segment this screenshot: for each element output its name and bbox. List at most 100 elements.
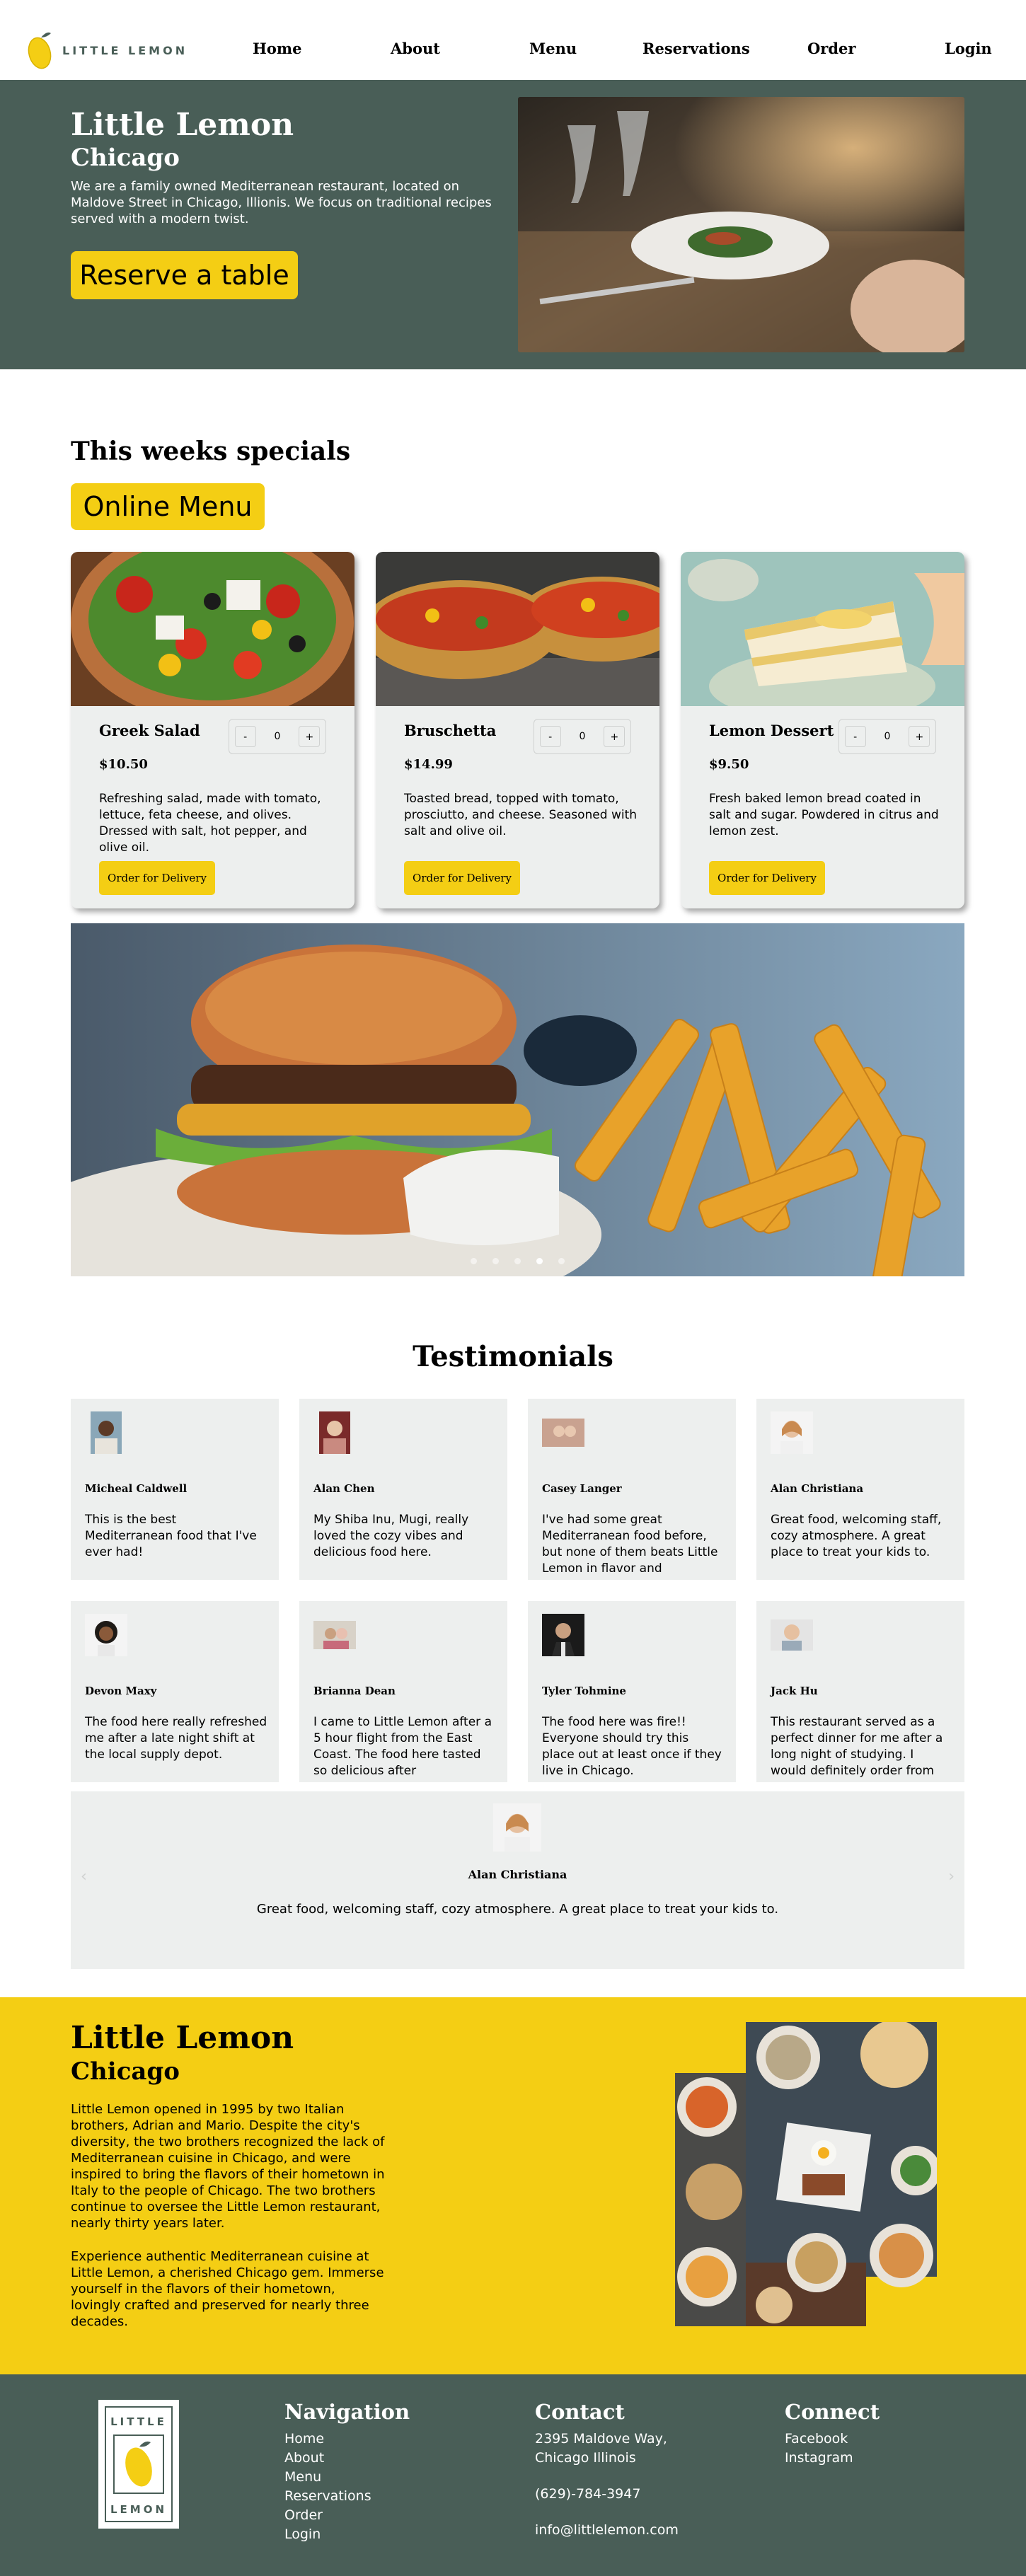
special-card-lemon-dessert: Lemon Dessert - 0 + $9.50 Fresh baked le… (681, 552, 964, 908)
footer-link-reservations[interactable]: Reservations (284, 2487, 410, 2506)
hero-subtitle: Chicago (71, 144, 180, 172)
avatar (85, 1614, 127, 1656)
specials-title: This weeks specials (71, 437, 351, 466)
increment-button[interactable]: + (299, 726, 321, 747)
nav-order-link[interactable]: Order (807, 40, 855, 57)
testimonial-text: My Shiba Inu, Mugi, really loved the coz… (313, 1513, 469, 1559)
featured-testimonial: ‹ Alan Christiana Great food, welcoming … (71, 1791, 964, 1969)
carousel-dot[interactable] (558, 1258, 565, 1264)
footer-logo[interactable]: LITTLE LEMON (98, 2400, 179, 2529)
testimonial-text: Great food, welcoming staff, cozy atmosp… (771, 1513, 942, 1559)
footer-link-menu[interactable]: Menu (284, 2468, 410, 2487)
food-collage-image (675, 2022, 937, 2326)
testimonial-name: Tyler Tohmine (542, 1685, 626, 1697)
testimonial-card: Micheal Caldwell This is the best Medite… (71, 1399, 279, 1580)
testimonial-card: Tyler Tohmine The food here was fire!! E… (528, 1601, 736, 1782)
order-delivery-button[interactable]: Order for Delivery (404, 861, 520, 895)
special-price: $14.99 (404, 757, 453, 772)
decrement-button[interactable]: - (844, 726, 866, 747)
special-price: $10.50 (99, 757, 148, 772)
special-description: Toasted bread, topped with tomato, prosc… (404, 792, 638, 838)
carousel-dot-active[interactable] (536, 1258, 543, 1264)
testimonial-card: Brianna Dean I came to Little Lemon afte… (299, 1601, 507, 1782)
reserve-table-button[interactable]: Reserve a table (71, 251, 298, 299)
carousel-dot[interactable] (471, 1258, 477, 1264)
testimonial-name: Alan Chen (313, 1482, 375, 1495)
lemon-logo-icon (28, 32, 52, 69)
order-delivery-button[interactable]: Order for Delivery (709, 861, 825, 895)
site-logo[interactable]: LITTLE LEMON (25, 21, 198, 79)
increment-button[interactable]: + (909, 726, 930, 747)
special-name: Bruschetta (404, 722, 497, 739)
testimonial-text: Great food, welcoming staff, cozy atmosp… (256, 1902, 779, 1917)
food-carousel[interactable] (71, 923, 964, 1276)
footer-navigation: Navigation Home About Menu Reservations … (284, 2400, 410, 2544)
special-price: $9.50 (709, 757, 749, 772)
carousel-dot[interactable] (492, 1258, 499, 1264)
footer-connect-title: Connect (785, 2400, 880, 2424)
testimonial-card: Jack Hu This restaurant served as a perf… (756, 1601, 964, 1782)
testimonial-text: I came to Little Lemon after a 5 hour fl… (313, 1715, 492, 1778)
hero-title: Little Lemon (71, 107, 294, 143)
footer-link-order[interactable]: Order (284, 2506, 410, 2525)
about-paragraph: Experience authentic Mediterranean cuisi… (71, 2249, 384, 2329)
avatar (91, 1411, 122, 1454)
about-title: Little Lemon (71, 2020, 294, 2056)
nav-about-link[interactable]: About (391, 40, 440, 57)
footer-link-about[interactable]: About (284, 2449, 410, 2468)
footer-logo-top-text: LITTLE (110, 2415, 167, 2428)
footer-link-facebook[interactable]: Facebook (785, 2430, 880, 2449)
testimonial-text: I've had some great Mediterranean food b… (542, 1513, 718, 1576)
avatar (542, 1614, 584, 1656)
about-subtitle: Chicago (71, 2057, 180, 2086)
footer-link-instagram[interactable]: Instagram (785, 2449, 880, 2468)
footer-nav-title: Navigation (284, 2400, 410, 2424)
nav-menu-link[interactable]: Menu (529, 40, 577, 57)
order-delivery-button[interactable]: Order for Delivery (99, 861, 215, 895)
avatar (542, 1419, 584, 1447)
footer-logo-bottom-text: LEMON (110, 2503, 168, 2516)
decrement-button[interactable]: - (539, 726, 561, 747)
lemon-dessert-image (681, 552, 964, 722)
testimonial-name: Casey Langer (542, 1482, 622, 1495)
testimonial-card: Alan Christiana Great food, welcoming st… (756, 1399, 964, 1580)
quantity-value: 0 (274, 731, 281, 742)
increment-button[interactable]: + (604, 726, 626, 747)
testimonials-title: Testimonials (413, 1340, 613, 1373)
nav-login-link[interactable]: Login (945, 40, 992, 57)
top-nav: LITTLE LEMON Home About Menu Reservation… (0, 0, 1026, 80)
special-card-greek-salad: Greek Salad - 0 + $10.50 Refreshing sala… (71, 552, 355, 908)
footer-phone[interactable]: (629)-784-3947 (535, 2485, 679, 2504)
about-paragraph: Little Lemon opened in 1995 by two Itali… (71, 2102, 385, 2231)
decrement-button[interactable]: - (234, 726, 256, 747)
footer-email[interactable]: info@littlelemon.com (535, 2521, 679, 2540)
testimonial-name: Micheal Caldwell (85, 1482, 188, 1495)
carousel-dot[interactable] (514, 1258, 521, 1264)
nav-reservations-link[interactable]: Reservations (642, 40, 750, 57)
testimonial-name: Brianna Dean (313, 1685, 396, 1697)
footer-contact-title: Contact (535, 2400, 625, 2424)
site-footer: LITTLE LEMON Navigation Home About Menu … (0, 2374, 1026, 2576)
footer-connect: Connect Facebook Instagram (785, 2400, 880, 2468)
footer-link-login[interactable]: Login (284, 2525, 410, 2544)
quantity-value: 0 (579, 731, 586, 742)
testimonial-name: Jack Hu (771, 1685, 818, 1697)
chevron-right-icon[interactable]: › (948, 1868, 955, 1885)
special-name: Lemon Dessert (709, 722, 834, 739)
avatar (319, 1411, 350, 1454)
avatar (313, 1621, 356, 1649)
online-menu-button[interactable]: Online Menu (71, 483, 265, 530)
burger-fries-image (71, 923, 964, 1276)
logo-text: LITTLE LEMON (62, 43, 188, 57)
special-name: Greek Salad (99, 722, 200, 739)
footer-contact: Contact 2395 Maldove Way, Chicago Illino… (535, 2400, 679, 2540)
nav-home-link[interactable]: Home (253, 40, 301, 57)
testimonial-card: Casey Langer I've had some great Mediter… (528, 1399, 736, 1580)
greek-salad-image (71, 552, 355, 722)
carousel-indicators (71, 1258, 964, 1264)
testimonial-name: Devon Maxy (85, 1685, 157, 1697)
hero-section: Little Lemon Chicago We are a family own… (0, 80, 1026, 369)
special-description: Refreshing salad, made with tomato, lett… (99, 792, 321, 855)
testimonial-name: Alan Christiana (468, 1868, 567, 1881)
footer-link-home[interactable]: Home (284, 2430, 410, 2449)
